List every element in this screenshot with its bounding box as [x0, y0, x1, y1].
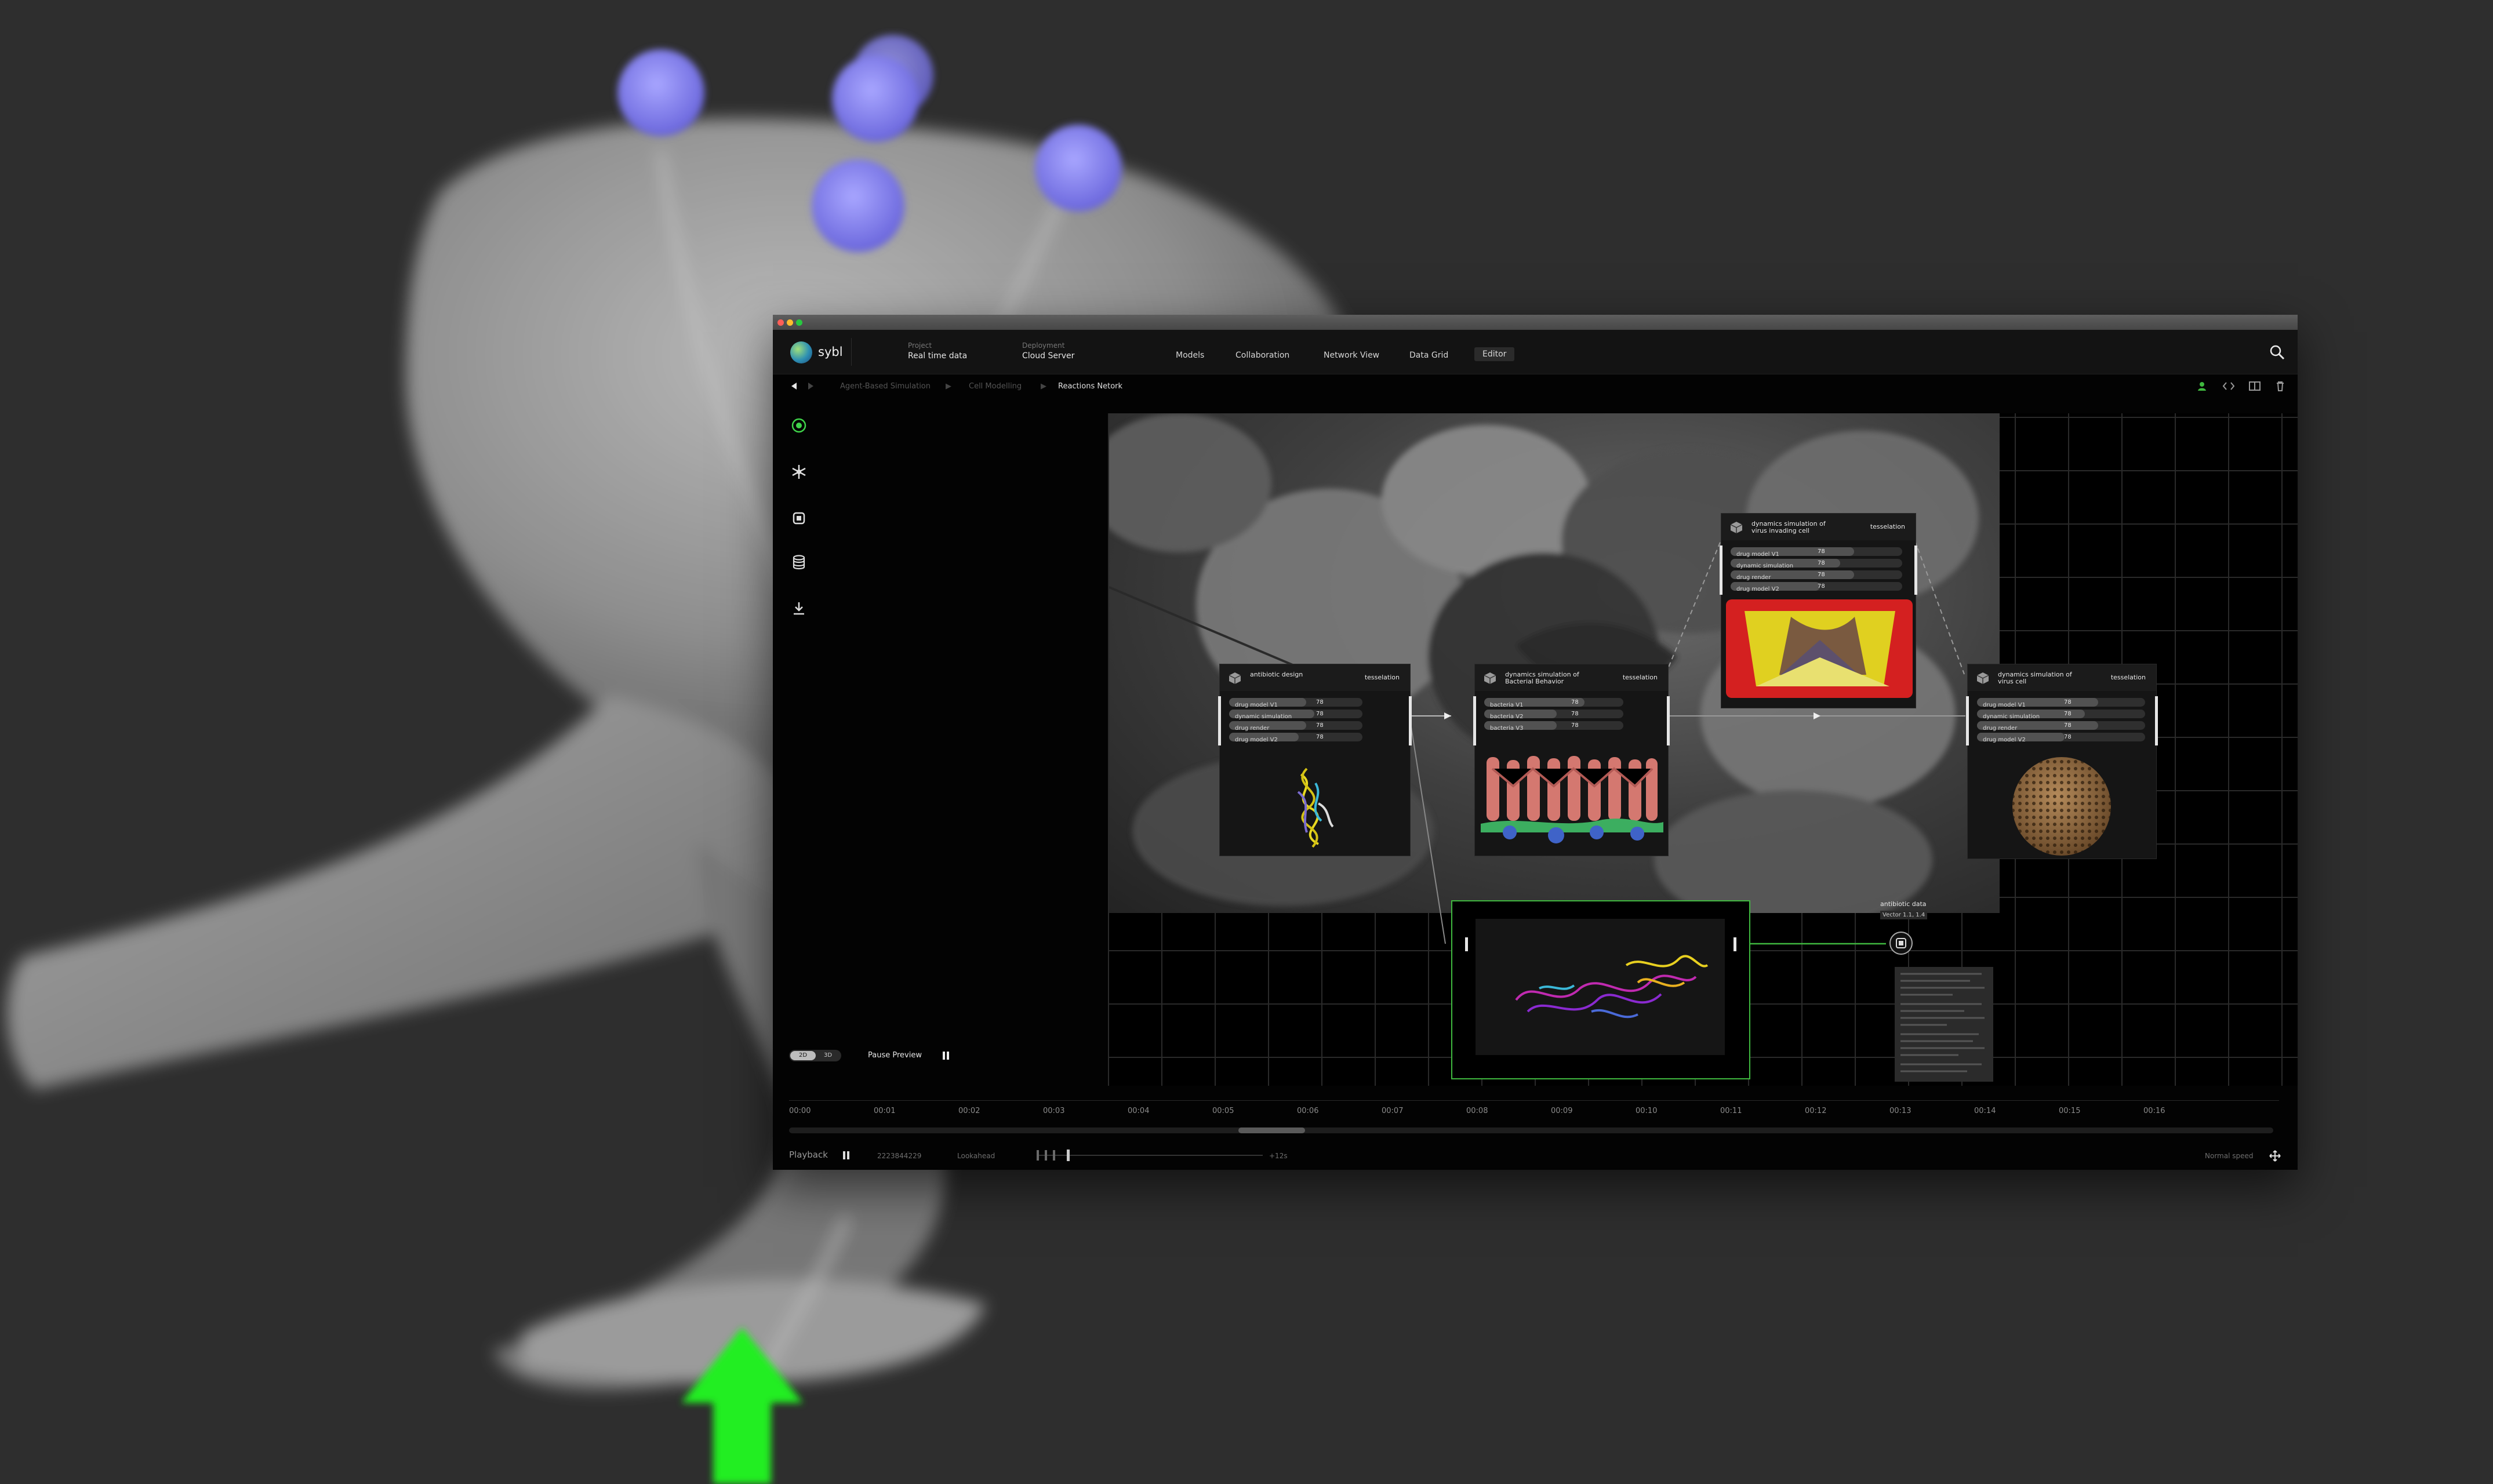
node-title: dynamics simulation of virus cell — [1998, 671, 2072, 685]
move-icon[interactable] — [2269, 1150, 2281, 1162]
toggle-3d[interactable]: 3D — [816, 1051, 840, 1060]
node-virus-cell[interactable]: dynamics simulation of virus cell tessel… — [1966, 664, 2158, 859]
output-port[interactable] — [1667, 696, 1670, 745]
data-node-icon[interactable] — [1888, 930, 1914, 956]
cube-icon — [1229, 672, 1241, 684]
output-port[interactable] — [1734, 937, 1736, 951]
cube-icon — [1484, 672, 1496, 684]
node-tag: tesselation — [1622, 674, 1658, 681]
output-port[interactable] — [2155, 696, 2158, 745]
param-row[interactable]: drug model V1 78 — [1731, 547, 1902, 558]
output-port[interactable] — [1914, 545, 1917, 595]
timeline-scrub-handle[interactable] — [1238, 1127, 1305, 1133]
playback-label: Playback — [789, 1150, 828, 1160]
timeline-tick: 00:02 — [958, 1107, 980, 1115]
param-row[interactable]: dynamic simulation 78 — [1229, 710, 1362, 720]
lookahead-slider[interactable] — [1037, 1150, 1263, 1161]
data-log-panel — [1895, 967, 1993, 1082]
data-node-title: antibiotic data — [1880, 900, 1927, 908]
param-row[interactable]: dynamic simulation 78 — [1731, 559, 1902, 569]
pause-preview-label[interactable]: Pause Preview — [868, 1051, 922, 1060]
timeline-tick: 00:01 — [874, 1107, 896, 1115]
timeline-tick: 00:05 — [1212, 1107, 1234, 1115]
timeline-tick: 00:16 — [2143, 1107, 2165, 1115]
lookahead-label: Lookahead — [957, 1152, 995, 1160]
input-port[interactable] — [1218, 696, 1221, 745]
node-virus-invading-cell[interactable]: dynamics simulation of virus invading ce… — [1720, 513, 1917, 708]
timeline-tick: 00:09 — [1551, 1107, 1573, 1115]
virus-sphere-thumbnail — [1968, 751, 2156, 859]
timeline-tick: 00:10 — [1636, 1107, 1658, 1115]
bacteria-membrane-thumbnail — [1475, 751, 1668, 856]
param-row[interactable]: drug render 78 — [1731, 570, 1902, 581]
lookahead-value: +12s — [1269, 1152, 1288, 1160]
timeline-tick: 00:03 — [1043, 1107, 1065, 1115]
output-port[interactable] — [1409, 696, 1412, 745]
input-port[interactable] — [1720, 545, 1722, 595]
input-port[interactable] — [1465, 937, 1468, 951]
param-row[interactable]: drug render 78 — [1229, 721, 1362, 732]
input-port[interactable] — [1473, 696, 1476, 745]
timeline: 00:00 00:01 00:02 00:03 00:04 00:05 00:0… — [773, 1086, 2298, 1170]
input-port[interactable] — [1966, 696, 1969, 745]
selected-output-node[interactable] — [1451, 900, 1750, 1079]
timeline-scrub-track[interactable] — [789, 1127, 2273, 1133]
param-row[interactable]: drug model V2 78 — [1731, 582, 1902, 592]
node-antibiotic-design[interactable]: antibiotic design tesselation drug model… — [1218, 664, 1412, 856]
param-row[interactable]: bacteria V1 78 — [1484, 698, 1623, 708]
param-row[interactable]: drug render 78 — [1977, 721, 2145, 732]
timeline-tick: 00:08 — [1466, 1107, 1488, 1115]
data-node-header: antibiotic data Vector 1.1, 1.4 — [1880, 900, 1944, 919]
param-row[interactable]: drug model V2 78 — [1229, 733, 1362, 743]
frame-counter: 2223844229 — [877, 1152, 922, 1160]
timeline-tick: 00:00 — [789, 1107, 811, 1115]
node-tag: tesselation — [1364, 674, 1400, 681]
protein-structure-thumbnail — [1220, 751, 1410, 856]
param-row[interactable]: drug model V1 78 — [1229, 698, 1362, 708]
app-window: sybl Project Real time data Deployment C… — [773, 315, 2298, 1170]
node-title: antibiotic design — [1250, 671, 1303, 678]
playback-pause-icon[interactable] — [842, 1151, 851, 1160]
pause-icon[interactable] — [942, 1051, 950, 1060]
node-bacterial-behavior[interactable]: dynamics simulation of Bacterial Behavio… — [1473, 664, 1670, 856]
timeline-tick: 00:04 — [1128, 1107, 1150, 1115]
timeline-tick: 00:12 — [1805, 1107, 1827, 1115]
timeline-tick: 00:06 — [1297, 1107, 1319, 1115]
param-row[interactable]: bacteria V3 78 — [1484, 721, 1623, 732]
view-toggle[interactable]: 2D 3D — [789, 1050, 841, 1061]
param-row[interactable]: dynamic simulation 78 — [1977, 710, 2145, 720]
timeline-tick: 00:14 — [1974, 1107, 1996, 1115]
timeline-tick: 00:07 — [1382, 1107, 1404, 1115]
data-node-subtitle: Vector 1.1, 1.4 — [1880, 911, 1928, 919]
param-row[interactable]: drug model V2 78 — [1977, 733, 2145, 743]
node-tag: tesselation — [1870, 523, 1905, 530]
node-tag: tesselation — [2110, 674, 2146, 681]
param-row[interactable]: drug model V1 78 — [1977, 698, 2145, 708]
protein-complex-preview — [1476, 919, 1725, 1055]
node-title: dynamics simulation of virus invading ce… — [1751, 520, 1826, 534]
cube-icon — [1730, 522, 1743, 533]
lookahead-handle[interactable] — [1067, 1150, 1070, 1161]
timeline-tick: 00:13 — [1889, 1107, 1911, 1115]
node-title: dynamics simulation of Bacterial Behavio… — [1505, 671, 1579, 685]
toggle-2d[interactable]: 2D — [790, 1051, 816, 1060]
speed-label[interactable]: Normal speed — [2205, 1152, 2253, 1160]
virus-cell-thumbnail — [1721, 599, 1916, 708]
timeline-tick: 00:11 — [1720, 1107, 1742, 1115]
param-row[interactable]: bacteria V2 78 — [1484, 710, 1623, 720]
cube-icon — [1976, 672, 1989, 684]
timeline-tick: 00:15 — [2059, 1107, 2081, 1115]
